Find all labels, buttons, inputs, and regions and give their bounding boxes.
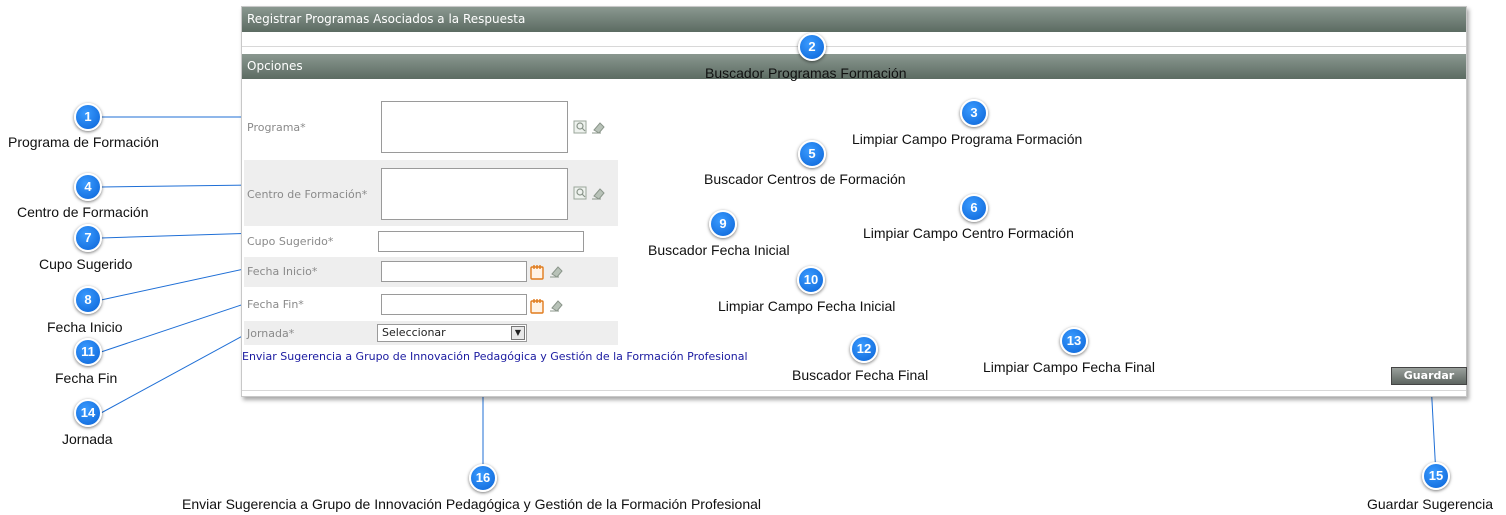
callout-badge: 16 — [469, 464, 497, 492]
callout-caption: Buscador Centros de Formación — [704, 171, 906, 187]
callout-badge: 7 — [74, 224, 102, 252]
calendar-icon[interactable] — [529, 264, 545, 280]
callout-caption: Programa de Formación — [8, 134, 159, 150]
jornada-selected-value: Seleccionar — [382, 326, 446, 339]
callout-caption: Cupo Sugerido — [39, 256, 133, 272]
send-suggestion-link[interactable]: Enviar Sugerencia a Grupo de Innovación … — [242, 350, 748, 363]
callout-caption: Fecha Fin — [55, 370, 118, 386]
jornada-select[interactable]: Seleccionar ▼ — [377, 324, 527, 342]
callout-caption: Jornada — [62, 431, 113, 447]
callout-caption: Guardar Sugerencia — [1367, 496, 1494, 512]
calendar-icon[interactable] — [529, 298, 545, 314]
eraser-icon[interactable] — [591, 185, 607, 201]
chevron-down-icon: ▼ — [511, 326, 525, 340]
callout-caption: Buscador Fecha Final — [792, 367, 929, 383]
callout-badge: 2 — [798, 33, 826, 61]
callout-badge: 12 — [850, 335, 878, 363]
callout-badge: 8 — [74, 286, 102, 314]
callout-badge: 15 — [1422, 462, 1450, 490]
footer-divider — [242, 390, 1466, 391]
callout-caption: Buscador Programas Formación — [705, 65, 907, 81]
callout-badge: 14 — [74, 399, 102, 427]
fecha-fin-label: Fecha Fin* — [247, 298, 304, 311]
callout-badge: 3 — [960, 99, 988, 127]
callout-badge: 13 — [1060, 327, 1088, 355]
eraser-icon[interactable] — [549, 297, 565, 313]
callout-badge: 4 — [74, 173, 102, 201]
centro-label: Centro de Formación* — [247, 188, 368, 201]
callout-caption: Limpiar Campo Fecha Inicial — [718, 298, 896, 314]
search-icon[interactable] — [573, 185, 589, 201]
fecha-fin-field[interactable] — [381, 294, 527, 315]
callout-badge: 5 — [798, 140, 826, 168]
callout-caption: Limpiar Campo Programa Formación — [852, 131, 1083, 147]
eraser-icon[interactable] — [591, 119, 607, 135]
programa-label: Programa* — [247, 121, 306, 134]
cupo-field[interactable] — [378, 231, 584, 252]
programa-field[interactable] — [381, 101, 568, 153]
centro-field[interactable] — [381, 168, 568, 220]
callout-caption: Buscador Fecha Inicial — [648, 242, 790, 258]
callout-badge: 9 — [709, 210, 737, 238]
save-button[interactable]: Guardar — [1391, 367, 1467, 385]
callout-badge: 1 — [74, 103, 102, 131]
search-icon[interactable] — [573, 119, 589, 135]
callout-caption: Limpiar Campo Fecha Final — [983, 359, 1155, 375]
callout-caption: Enviar Sugerencia a Grupo de Innovación … — [182, 496, 762, 512]
callout-badge: 11 — [74, 338, 102, 366]
callout-caption: Limpiar Campo Centro Formación — [863, 225, 1074, 241]
panel-title: Registrar Programas Asociados a la Respu… — [242, 7, 1466, 32]
jornada-label: Jornada* — [247, 327, 295, 340]
cupo-label: Cupo Sugerido* — [247, 235, 334, 248]
divider — [242, 46, 1466, 47]
callout-badge: 10 — [797, 266, 825, 294]
eraser-icon[interactable] — [549, 263, 565, 279]
fecha-inicio-label: Fecha Inicio* — [247, 265, 318, 278]
fecha-inicio-field[interactable] — [381, 261, 527, 282]
callout-caption: Fecha Inicio — [47, 319, 123, 335]
callout-badge: 6 — [960, 194, 988, 222]
callout-caption: Centro de Formación — [17, 204, 149, 220]
